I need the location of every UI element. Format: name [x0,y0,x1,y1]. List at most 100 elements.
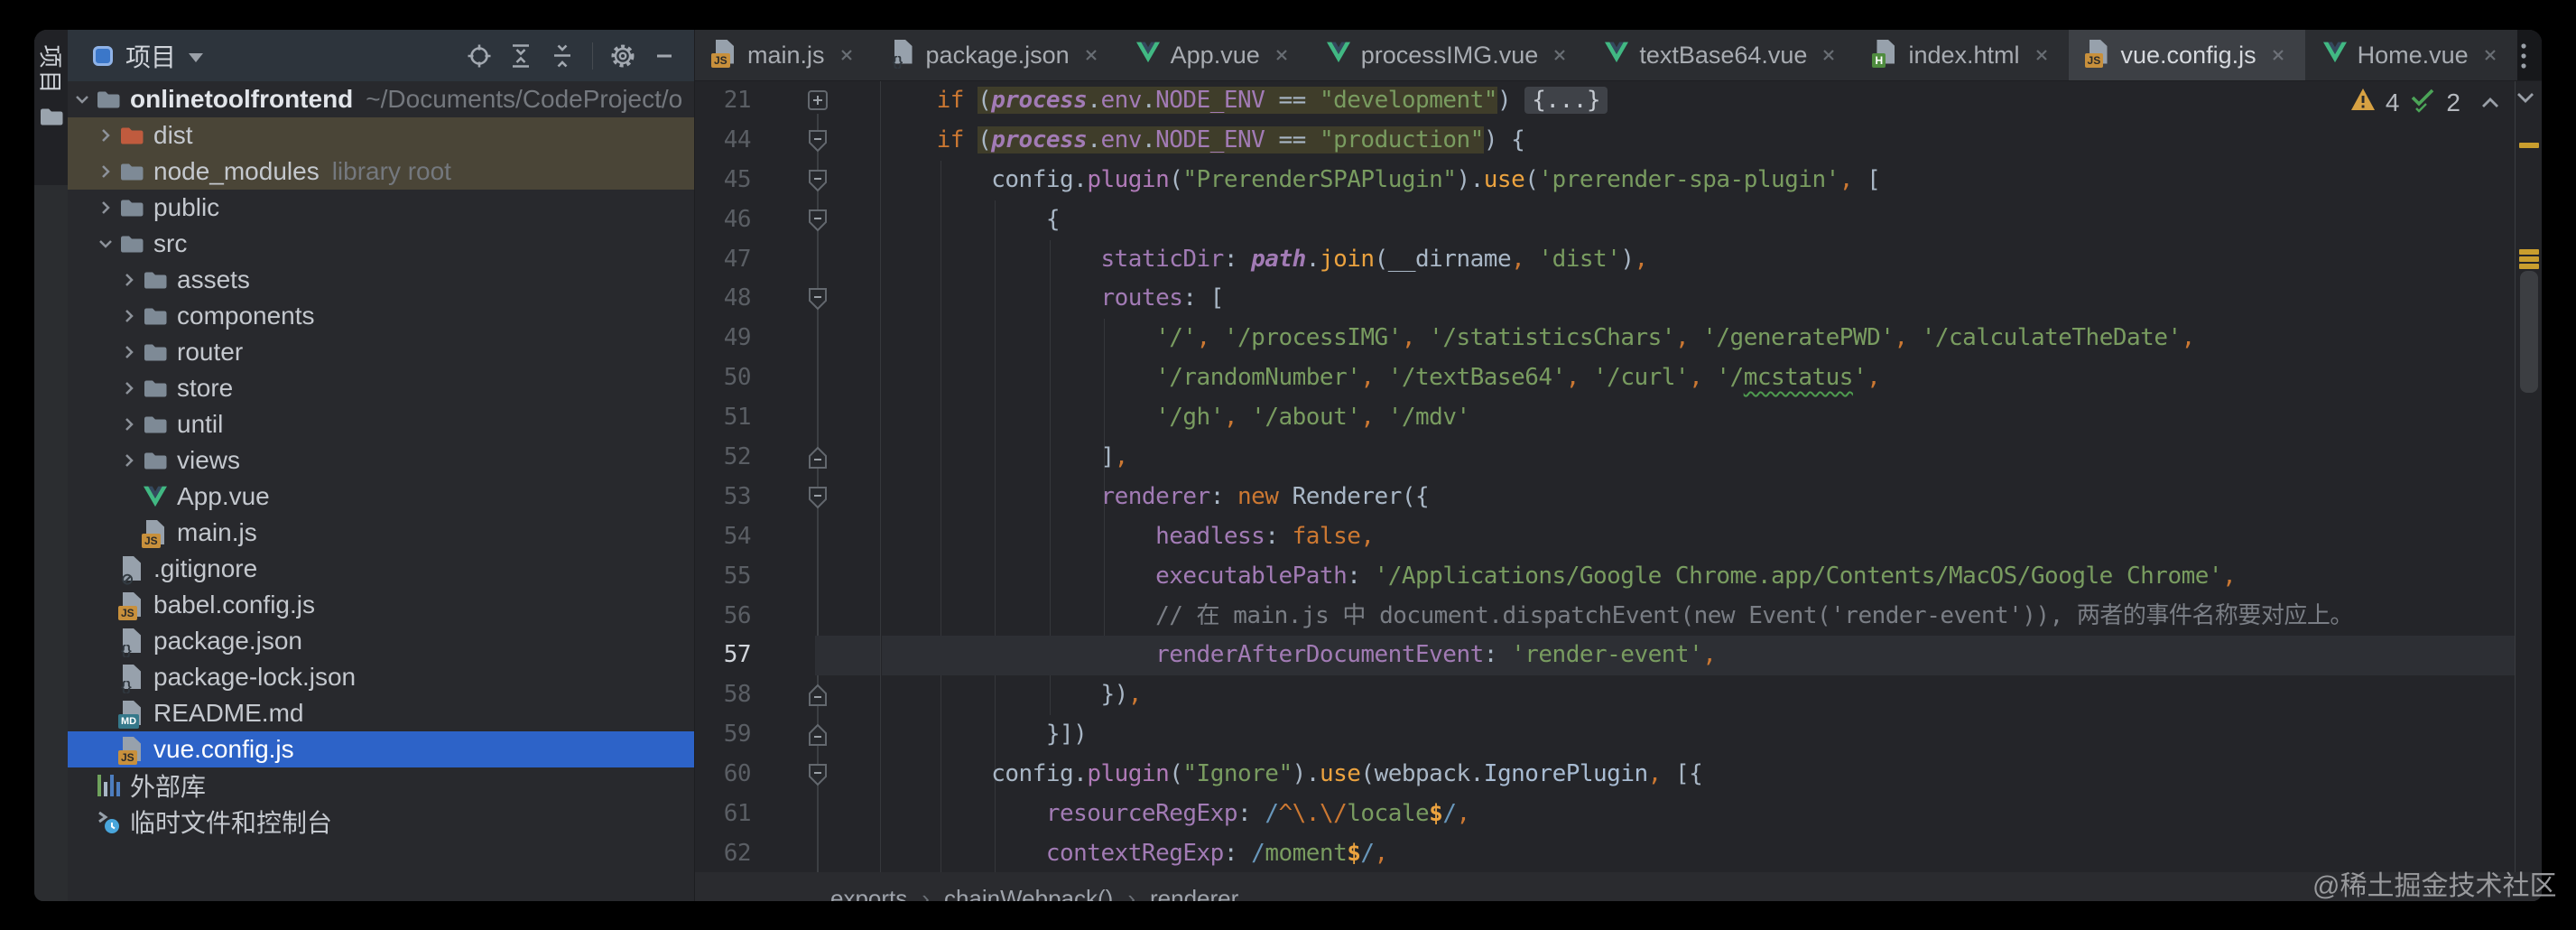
chevron-right-icon[interactable] [94,126,117,145]
chevron-right-icon[interactable] [117,342,141,362]
close-tab-icon[interactable] [1820,46,1838,64]
code-area[interactable]: if (process.env.NODE_ENV == "development… [882,81,2515,872]
tree-item-[interactable]: 临时文件和控制台 [68,804,694,840]
chevron-right-icon[interactable] [117,451,141,470]
chevron-right-icon[interactable] [94,198,117,218]
project-tool-button[interactable]: 项目 [34,30,68,185]
more-options-icon[interactable] [2520,42,2527,75]
error-stripe-scrollbar[interactable] [2515,81,2542,872]
close-tab-icon[interactable] [1082,46,1100,64]
tree-item-store[interactable]: store [68,370,694,406]
close-tab-icon[interactable] [2033,46,2051,64]
settings-icon[interactable] [606,39,640,73]
tree-item-[interactable]: 外部库 [68,767,694,804]
code-line-57[interactable]: renderAfterDocumentEvent: 'render-event'… [882,636,2515,676]
code-line-51[interactable]: '/gh', '/about', '/mdv' [882,398,2515,438]
close-tab-icon[interactable] [2269,46,2287,64]
code-line-54[interactable]: headless: false, [882,517,2515,557]
tree-item-package.json[interactable]: {} package.json [68,623,694,659]
code-line-49[interactable]: '/', '/processIMG', '/statisticsChars', … [882,319,2515,358]
fold-marker-down-icon[interactable] [807,763,829,793]
fold-marker-up-icon[interactable] [807,446,829,476]
tab-package.json[interactable]: {} package.json [874,30,1118,80]
chevron-right-icon[interactable] [117,378,141,398]
tree-item-.gitignore[interactable]: ⊘ .gitignore [68,551,694,587]
tree-item-vue.config.js[interactable]: JS vue.config.js [68,731,694,767]
fold-marker-plus-icon[interactable] [807,89,829,117]
tab-textBase64.vue[interactable]: textBase64.vue [1587,30,1856,80]
close-tab-icon[interactable] [2481,46,2499,64]
code-token: / [1442,800,1457,828]
code-line-55[interactable]: executablePath: '/Applications/Google Ch… [882,557,2515,597]
tab-vue.config.js[interactable]: JS vue.config.js [2068,30,2305,80]
code-line-58[interactable]: }), [882,675,2515,715]
chevron-down-icon[interactable] [189,52,204,62]
fold-marker-down-icon[interactable] [807,169,829,199]
fold-marker-down-icon[interactable] [807,209,829,238]
tree-item-README.md[interactable]: MD README.md [68,695,694,731]
tree-item-package-lock.json[interactable]: {} package-lock.json [68,659,694,695]
code-line-52[interactable]: ], [882,438,2515,478]
tree-item-until[interactable]: until [68,406,694,442]
chevron-right-icon[interactable] [117,270,141,290]
breadcrumb-item[interactable]: chainWebpack() [944,885,1113,901]
error-stripe-mark[interactable] [2519,256,2539,262]
tab-main.js[interactable]: JS main.js [695,30,874,80]
previous-problem-icon[interactable] [2479,88,2502,117]
code-line-59[interactable]: }]) [882,715,2515,755]
scrollbar-thumb[interactable] [2520,271,2538,393]
tree-item-views[interactable]: views [68,442,694,479]
code-line-56[interactable]: // 在 main.js 中 document.dispatchEvent(ne… [882,597,2515,637]
fold-marker-down-icon[interactable] [807,129,829,159]
code-line-62[interactable]: contextRegExp: /moment$/, [882,834,2515,872]
chevron-right-icon[interactable] [94,162,117,181]
tree-item-dist[interactable]: dist [68,117,694,153]
close-tab-icon[interactable] [1551,46,1569,64]
chevron-right-icon[interactable] [117,414,141,434]
code-line-46[interactable]: { [882,200,2515,240]
chevron-down-icon[interactable] [70,89,94,109]
close-tab-icon[interactable] [838,46,856,64]
hide-icon[interactable] [647,39,681,73]
code-line-53[interactable]: renderer: new Renderer({ [882,478,2515,517]
tree-item-onlinetoolfrontend[interactable]: onlinetoolfrontend ~/Documents/CodeProjec… [68,81,694,117]
code-line-44[interactable]: if (process.env.NODE_ENV == "production"… [882,121,2515,161]
close-tab-icon[interactable] [1273,46,1291,64]
breadcrumb-item[interactable]: exports [830,885,907,901]
tab-processIMG.vue[interactable]: processIMG.vue [1309,30,1588,80]
next-problem-icon[interactable] [2514,89,2537,110]
tab-index.html[interactable]: Hindex.html [1856,30,2068,80]
collapse-all-icon[interactable] [545,39,579,73]
code-line-50[interactable]: '/randomNumber', '/textBase64', '/curl',… [882,358,2515,398]
fold-marker-up-icon[interactable] [807,684,829,713]
tab-App.vue[interactable]: App.vue [1118,30,1309,80]
tree-item-router[interactable]: router [68,334,694,370]
tree-item-babel.config.js[interactable]: JS babel.config.js [68,587,694,623]
inspections-widget[interactable]: 4 2 [2349,86,2502,119]
breadcrumb-item[interactable]: renderer [1150,885,1238,901]
fold-marker-down-icon[interactable] [807,486,829,516]
tree-item-public[interactable]: public [68,190,694,226]
error-stripe-mark[interactable] [2519,249,2539,255]
error-stripe-mark[interactable] [2519,264,2539,269]
tree-item-components[interactable]: components [68,298,694,334]
tree-item-App.vue[interactable]: App.vue [68,479,694,515]
code-line-45[interactable]: config.plugin("PrerenderSPAPlugin").use(… [882,161,2515,200]
tree-item-main.js[interactable]: JS main.js [68,515,694,551]
tree-item-src[interactable]: src [68,226,694,262]
tab-Home.vue[interactable]: Home.vue [2305,30,2517,80]
chevron-right-icon[interactable] [117,306,141,326]
tree-item-assets[interactable]: assets [68,262,694,298]
tree-item-nodemodules[interactable]: node_modules library root [68,153,694,190]
fold-marker-up-icon[interactable] [807,723,829,753]
code-line-48[interactable]: routes: [ [882,279,2515,319]
code-line-21[interactable]: if (process.env.NODE_ENV == "development… [882,81,2515,121]
code-line-60[interactable]: config.plugin("Ignore").use(webpack.Igno… [882,755,2515,795]
code-line-61[interactable]: resourceRegExp: /^\.\/locale$/, [882,795,2515,834]
code-line-47[interactable]: staticDir: path.join(__dirname, 'dist'), [882,240,2515,280]
chevron-down-icon[interactable] [94,234,117,254]
locate-icon[interactable] [462,39,496,73]
expand-all-icon[interactable] [504,39,538,73]
fold-marker-down-icon[interactable] [807,287,829,317]
error-stripe-mark[interactable] [2519,143,2539,148]
